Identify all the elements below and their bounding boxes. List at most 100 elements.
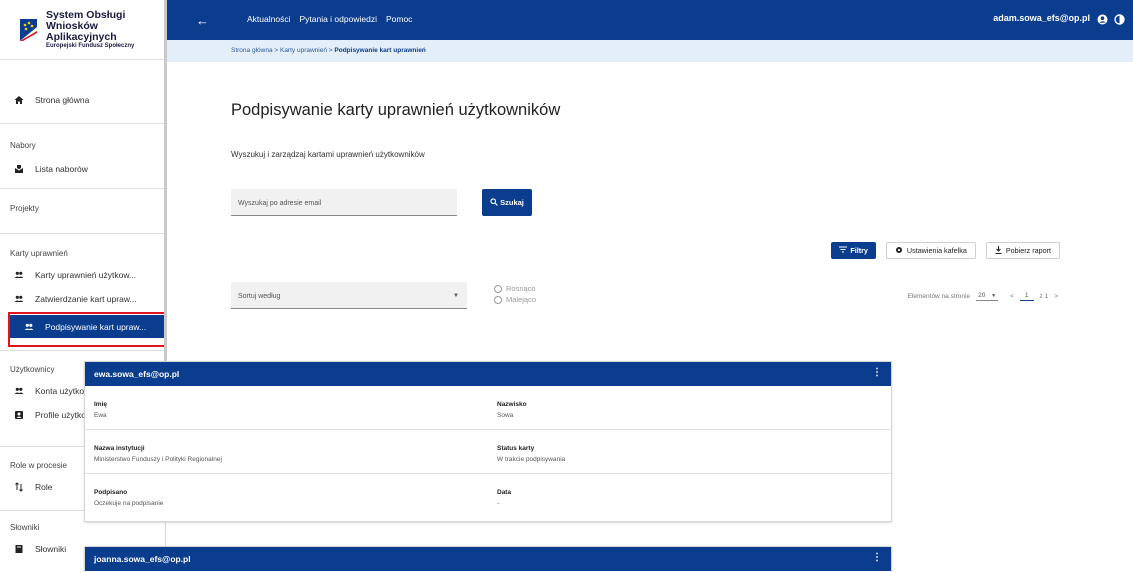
- page-number-input[interactable]: 1: [1019, 292, 1034, 301]
- field-label: Podpisano: [94, 489, 128, 496]
- field-label: Data: [497, 489, 512, 496]
- next-page-icon[interactable]: >: [1054, 293, 1058, 300]
- sidebar-item-zatwierdzanie[interactable]: Zatwierdzanie kart upraw...: [0, 287, 165, 311]
- radio-ascending-label: Rosnąco: [506, 284, 536, 293]
- toolbar: Filtry Ustawienia kafelka Pobierz raport: [831, 242, 1060, 259]
- card-header: ewa.sowa_efs@op.pl ⋮: [85, 362, 891, 386]
- per-page-label: Elementów na stronie: [907, 293, 971, 300]
- breadcrumb-item-home[interactable]: Strona główna: [231, 47, 273, 54]
- field-value: Ewa: [94, 412, 107, 419]
- download-report-label: Pobierz raport: [1005, 246, 1051, 255]
- breadcrumb-separator: >: [274, 47, 279, 54]
- search-button-label: Szukaj: [500, 198, 524, 207]
- filter-icon: [839, 246, 848, 255]
- radio-descending[interactable]: Malejąco: [494, 294, 536, 305]
- radio-descending-label: Malejąco: [506, 295, 537, 304]
- field-value: W trakcie podpisywania: [497, 456, 566, 463]
- card-field-imie: Imię Ewa: [85, 386, 488, 429]
- filters-button[interactable]: Filtry: [831, 242, 876, 259]
- page-title: Podpisywanie karty uprawnień użytkownikó…: [231, 101, 561, 119]
- search-input[interactable]: Wyszukaj po adresie email: [231, 189, 457, 216]
- pagination: Elementów na stronie 20 ▼ < 1 z 1 >: [908, 292, 1058, 301]
- sidebar-item-label: Karty uprawnień użytkow...: [35, 270, 137, 280]
- topbar: ← Aktualności Pytania i odpowiedzi Pomoc…: [167, 0, 1133, 40]
- sort-order-radios: Rosnąco Malejąco: [494, 283, 536, 305]
- swap-icon: [14, 482, 24, 492]
- breadcrumb: Strona główna > Karty uprawnień > Podpis…: [167, 40, 1133, 62]
- book-icon: [14, 544, 24, 554]
- card-header: joanna.sowa_efs@op.pl ⋮: [85, 547, 891, 571]
- inbox-icon: [14, 164, 24, 174]
- sidebar-item-label: Słowniki: [35, 544, 67, 554]
- card-field-podpisano: Podpisano Oczekuje na podpisanie: [85, 474, 488, 521]
- contrast-icon[interactable]: [1114, 12, 1125, 25]
- sort-select[interactable]: Sortuj według ▼: [231, 282, 467, 309]
- sort-label: Sortuj według: [238, 293, 281, 300]
- user-card: ewa.sowa_efs@op.pl ⋮ Imię Ewa Nazwisko S…: [84, 361, 892, 522]
- sidebar-section-nabory: Nabory Lista naborów: [0, 124, 165, 189]
- active-item-highlight-box: [8, 312, 166, 347]
- search-placeholder: Wyszukaj po adresie email: [238, 200, 322, 207]
- card-row: Podpisano Oczekuje na podpisanie Data -: [85, 474, 891, 521]
- search-button[interactable]: Szukaj: [482, 189, 532, 216]
- sidebar-item-lista-naborow[interactable]: Lista naborów: [0, 157, 165, 181]
- more-vert-icon[interactable]: ⋮: [872, 367, 882, 378]
- download-report-button[interactable]: Pobierz raport: [985, 242, 1060, 259]
- field-value: Ministerstwo Funduszy i Polityki Regiona…: [94, 456, 222, 463]
- user-email[interactable]: adam.sowa_efs@op.pl: [993, 13, 1090, 23]
- nav-link-pomoc[interactable]: Pomoc: [386, 14, 412, 24]
- users-icon: [14, 386, 24, 396]
- sidebar-heading-projekty[interactable]: Projekty: [0, 202, 165, 216]
- sidebar-item-home[interactable]: Strona główna: [0, 88, 165, 112]
- field-label: Nazwa instytucji: [94, 445, 145, 452]
- card-row: Nazwa instytucji Ministerstwo Funduszy i…: [85, 430, 891, 474]
- field-label: Status karty: [497, 445, 535, 452]
- gear-icon: [895, 246, 903, 256]
- back-arrow-icon[interactable]: ←: [196, 13, 209, 28]
- user-card: joanna.sowa_efs@op.pl ⋮: [84, 546, 892, 572]
- field-label: Nazwisko: [497, 401, 527, 408]
- prev-page-icon[interactable]: <: [1010, 293, 1014, 300]
- sidebar-item-label: Lista naborów: [35, 164, 88, 174]
- card-email: ewa.sowa_efs@op.pl: [94, 369, 180, 379]
- more-vert-icon[interactable]: ⋮: [872, 552, 882, 563]
- search-icon: [490, 197, 498, 208]
- radio-circle-icon: [494, 295, 502, 304]
- card-field-data: Data -: [488, 474, 891, 521]
- breadcrumb-current: Podpisywanie kart uprawnień: [334, 47, 426, 54]
- card-field-status: Status karty W trakcie podpisywania: [488, 430, 891, 473]
- card-row: Imię Ewa Nazwisko Sowa: [85, 386, 891, 430]
- download-icon: [995, 245, 1002, 256]
- page-description: Wyszukuj i zarządzaj kartami uprawnień u…: [231, 150, 425, 159]
- radio-ascending[interactable]: Rosnąco: [494, 283, 536, 294]
- home-icon: [14, 95, 24, 105]
- sidebar-item-label: Zatwierdzanie kart upraw...: [35, 294, 137, 304]
- tile-settings-button[interactable]: Ustawienia kafelka: [885, 242, 976, 259]
- brand-subtitle: Europejski Fundusz Społeczny: [46, 42, 135, 49]
- top-nav: Aktualności Pytania i odpowiedzi Pomoc: [247, 14, 412, 24]
- sidebar-heading-nabory: Nabory: [10, 141, 36, 150]
- field-value: -: [497, 500, 500, 507]
- sidebar-item-label: Strona główna: [35, 95, 90, 105]
- card-field-instytucja: Nazwa instytucji Ministerstwo Funduszy i…: [85, 430, 488, 473]
- sidebar-item-karty-uprawnien[interactable]: Karty uprawnień użytkow...: [0, 263, 165, 287]
- sidebar-heading-slowniki: Słowniki: [10, 523, 40, 532]
- brand-title-line2: Wniosków Aplikacyjnych: [46, 19, 117, 43]
- per-page-select[interactable]: 20 ▼: [976, 292, 999, 301]
- breadcrumb-item-karty[interactable]: Karty uprawnień: [280, 47, 327, 54]
- eu-flag-logo-icon: [20, 18, 37, 41]
- sidebar-section-home: Strona główna: [0, 60, 165, 124]
- chevron-down-icon: ▼: [453, 293, 459, 299]
- profile-card-icon: [14, 410, 24, 420]
- account-icon[interactable]: [1097, 12, 1108, 25]
- nav-link-pytania[interactable]: Pytania i odpowiedzi: [299, 14, 377, 24]
- nav-link-aktualnosci[interactable]: Aktualności: [247, 14, 290, 24]
- per-page-value: 20: [978, 292, 986, 299]
- field-value: Oczekuje na podpisanie: [94, 500, 164, 507]
- field-label: Imię: [94, 401, 108, 408]
- users-icon: [14, 270, 24, 280]
- chevron-down-icon: ▼: [991, 293, 997, 299]
- tile-settings-label: Ustawienia kafelka: [906, 246, 967, 255]
- filters-button-label: Filtry: [850, 246, 868, 255]
- brand[interactable]: System Obsługi Wniosków Aplikacyjnych Eu…: [0, 0, 165, 60]
